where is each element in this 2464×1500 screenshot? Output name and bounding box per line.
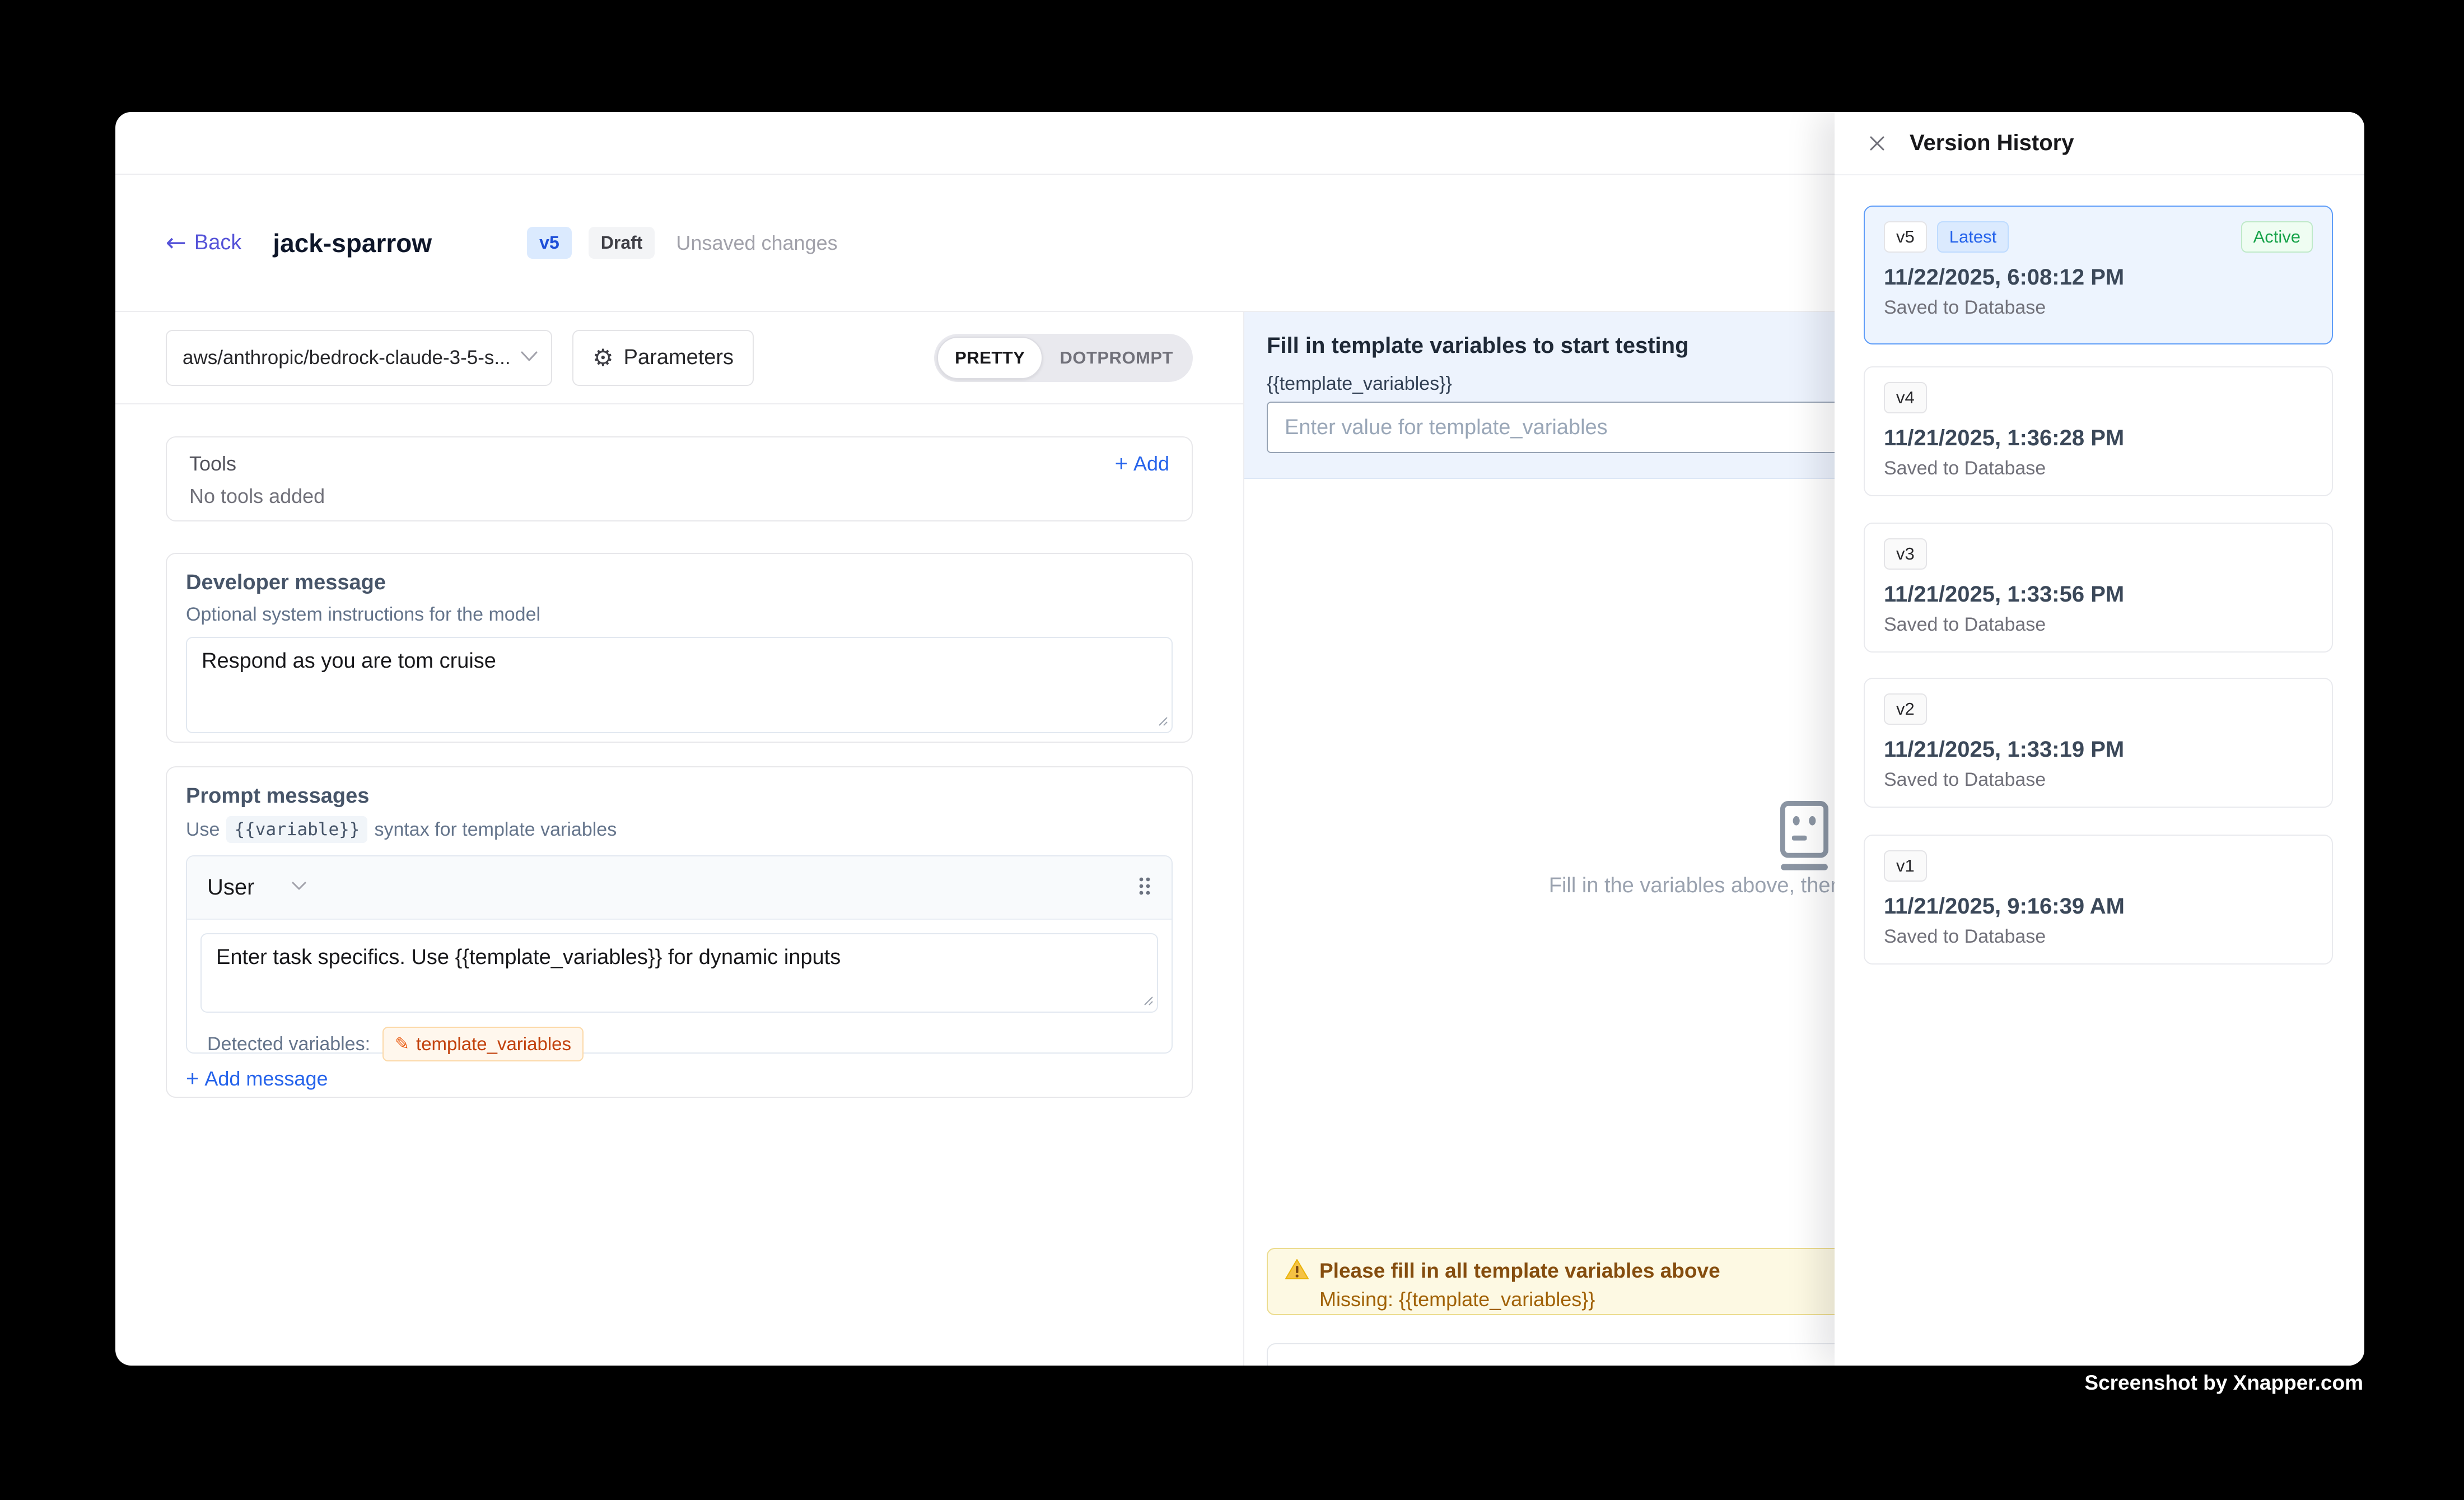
role-selector[interactable]: User bbox=[207, 875, 307, 900]
version-saved-label: Saved to Database bbox=[1884, 926, 2313, 948]
version-timestamp: 11/22/2025, 6:08:12 PM bbox=[1884, 265, 2313, 290]
add-message-button[interactable]: + Add message bbox=[186, 1067, 328, 1091]
version-saved-label: Saved to Database bbox=[1884, 769, 2313, 791]
template-variable-chip[interactable]: ✎ template_variables bbox=[382, 1027, 584, 1061]
back-button[interactable]: ← Back bbox=[166, 231, 241, 255]
add-tool-label: Add bbox=[1133, 452, 1169, 476]
hint-suffix: syntax for template variables bbox=[374, 819, 617, 841]
variable-syntax-chip: {{variable}} bbox=[226, 816, 367, 843]
unsaved-changes-label: Unsaved changes bbox=[676, 231, 837, 255]
version-number-badge: v3 bbox=[1884, 538, 1927, 570]
pencil-icon: ✎ bbox=[395, 1034, 409, 1054]
model-selector[interactable]: aws/anthropic/bedrock-claude-3-5-s... bbox=[166, 330, 552, 386]
version-card-v4[interactable]: v4 11/21/2025, 1:36:28 PM Saved to Datab… bbox=[1864, 366, 2333, 496]
message-block: User bbox=[186, 855, 1173, 1054]
editor-toolbar: aws/anthropic/bedrock-claude-3-5-s... ⚙ … bbox=[115, 312, 1243, 404]
hint-prefix: Use bbox=[186, 819, 220, 841]
parameters-label: Parameters bbox=[624, 346, 734, 370]
warning-icon bbox=[1285, 1258, 1309, 1283]
version-timestamp: 11/21/2025, 9:16:39 AM bbox=[1884, 894, 2313, 919]
editor-column: aws/anthropic/bedrock-claude-3-5-s... ⚙ … bbox=[115, 312, 1244, 1366]
app-window: ← Back jack-sparrow v5 Draft Unsaved cha… bbox=[115, 112, 2364, 1366]
version-card-v1[interactable]: v1 11/21/2025, 9:16:39 AM Saved to Datab… bbox=[1864, 835, 2333, 965]
developer-message-card: Developer message Optional system instru… bbox=[166, 553, 1193, 743]
version-saved-label: Saved to Database bbox=[1884, 458, 2313, 479]
tools-empty-text: No tools added bbox=[189, 485, 1169, 508]
model-selector-value: aws/anthropic/bedrock-claude-3-5-s... bbox=[183, 347, 520, 369]
toggle-pretty[interactable]: PRETTY bbox=[937, 337, 1043, 379]
version-history-title: Version History bbox=[1910, 131, 2074, 156]
version-timestamp: 11/21/2025, 1:33:56 PM bbox=[1884, 582, 2313, 607]
version-history-panel: Version History v5 Latest Active 11/22/2… bbox=[1835, 112, 2364, 1366]
warning-title: Please fill in all template variables ab… bbox=[1319, 1259, 1720, 1283]
version-number-badge: v4 bbox=[1884, 382, 1927, 413]
close-icon[interactable] bbox=[1866, 132, 1888, 155]
version-number-badge: v2 bbox=[1884, 693, 1927, 725]
gear-icon: ⚙ bbox=[592, 344, 614, 371]
version-timestamp: 11/21/2025, 1:36:28 PM bbox=[1884, 426, 2313, 451]
version-history-header: Version History bbox=[1835, 112, 2364, 175]
message-body: Enter task specifics. Use {{template_var… bbox=[187, 933, 1172, 1061]
page-title: jack-sparrow bbox=[273, 228, 432, 258]
format-toggle: PRETTY DOTPROMPT bbox=[934, 334, 1193, 382]
developer-message-hint: Optional system instructions for the mod… bbox=[186, 604, 1173, 626]
prompt-messages-card: Prompt messages Use {{variable}} syntax … bbox=[166, 766, 1193, 1098]
developer-message-input[interactable]: Respond as you are tom cruise bbox=[186, 637, 1173, 733]
tools-card: Tools + Add No tools added bbox=[166, 436, 1193, 521]
version-card-v3[interactable]: v3 11/21/2025, 1:33:56 PM Saved to Datab… bbox=[1864, 523, 2333, 653]
version-card-v5[interactable]: v5 Latest Active 11/22/2025, 6:08:12 PM … bbox=[1864, 206, 2333, 344]
back-arrow-icon: ← bbox=[166, 231, 186, 255]
screenshot-stage: ← Back jack-sparrow v5 Draft Unsaved cha… bbox=[0, 0, 2464, 1500]
template-variable-name: template_variables bbox=[416, 1033, 571, 1055]
chevron-down-icon bbox=[291, 881, 307, 894]
draft-badge: Draft bbox=[589, 227, 655, 259]
add-tool-button[interactable]: + Add bbox=[1115, 452, 1169, 476]
version-timestamp: 11/21/2025, 1:33:19 PM bbox=[1884, 737, 2313, 762]
parameters-button[interactable]: ⚙ Parameters bbox=[572, 330, 754, 386]
latest-badge: Latest bbox=[1937, 221, 2009, 253]
plus-icon: + bbox=[186, 1068, 199, 1090]
role-label: User bbox=[207, 875, 254, 900]
drag-handle-icon[interactable] bbox=[1138, 876, 1151, 899]
version-saved-label: Saved to Database bbox=[1884, 297, 2313, 319]
message-header: User bbox=[187, 856, 1172, 920]
version-card-v2[interactable]: v2 11/21/2025, 1:33:19 PM Saved to Datab… bbox=[1864, 678, 2333, 808]
version-number-badge: v1 bbox=[1884, 850, 1927, 882]
editor-cards: Tools + Add No tools added Developer mes… bbox=[115, 404, 1243, 1098]
resize-handle-icon[interactable] bbox=[1140, 993, 1154, 1009]
resize-handle-icon[interactable] bbox=[1155, 713, 1168, 729]
version-saved-label: Saved to Database bbox=[1884, 614, 2313, 636]
chevron-down-icon bbox=[520, 350, 539, 365]
version-number-badge: v5 bbox=[1884, 221, 1927, 253]
tools-label: Tools bbox=[189, 452, 236, 476]
detected-variables-label: Detected variables: bbox=[207, 1033, 370, 1055]
message-input[interactable]: Enter task specifics. Use {{template_var… bbox=[200, 933, 1158, 1013]
active-status-badge: Active bbox=[2241, 221, 2313, 253]
developer-message-label: Developer message bbox=[186, 571, 1173, 595]
toggle-dotprompt[interactable]: DOTPROMPT bbox=[1043, 337, 1190, 379]
version-badge: v5 bbox=[527, 227, 572, 259]
detected-variables-row: Detected variables: ✎ template_variables bbox=[200, 1027, 1158, 1061]
screenshot-credit: Screenshot by Xnapper.com bbox=[2084, 1371, 2363, 1395]
version-list: v5 Latest Active 11/22/2025, 6:08:12 PM … bbox=[1864, 206, 2333, 965]
add-message-label: Add message bbox=[204, 1067, 328, 1091]
prompt-messages-hint: Use {{variable}} syntax for template var… bbox=[186, 816, 1173, 843]
back-label: Back bbox=[194, 231, 241, 255]
plus-icon: + bbox=[1115, 453, 1128, 475]
prompt-messages-label: Prompt messages bbox=[186, 784, 1173, 808]
